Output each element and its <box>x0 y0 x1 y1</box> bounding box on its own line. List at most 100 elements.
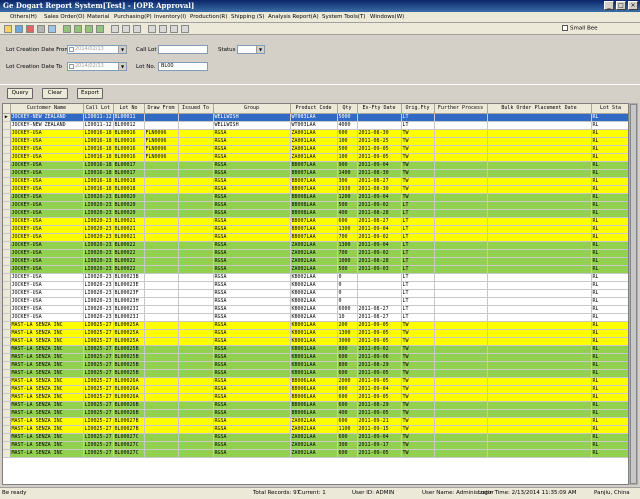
cell-call-lot[interactable]: LI0020-23 <box>83 233 114 242</box>
row-indicator[interactable] <box>3 321 11 330</box>
cell-further-process[interactable] <box>434 153 488 162</box>
table-row[interactable]: JOCKEY-USA LI0016-18 BL00017 RGSA BB007LAA 90… <box>3 161 628 170</box>
cell-lot-no[interactable]: BL00011 <box>113 113 145 122</box>
cell-draw-from[interactable] <box>144 425 179 434</box>
cell-qty[interactable]: 800 <box>337 385 358 394</box>
cell-ex-fty-date[interactable]: 2011-08-30 <box>357 129 402 138</box>
cell-product-code[interactable]: KB002LAA <box>290 297 338 306</box>
cell-lot-status[interactable]: RL <box>591 201 628 210</box>
cell-bulk-order-placement-date[interactable] <box>487 217 592 226</box>
cell-orig-fty[interactable]: TW <box>401 401 435 410</box>
cell-draw-from[interactable] <box>144 161 179 170</box>
cell-group[interactable]: RGSA <box>213 377 291 386</box>
cell-issued-to[interactable] <box>178 305 214 314</box>
cell-product-code[interactable]: ZA002LAA <box>290 417 338 426</box>
cell-bulk-order-placement-date[interactable] <box>487 425 592 434</box>
cell-draw-from[interactable] <box>144 393 179 402</box>
cell-call-lot[interactable]: LI0020-23 <box>83 193 114 202</box>
cell-orig-fty[interactable]: TW <box>401 449 435 458</box>
cell-lot-no[interactable]: BL00023F <box>113 289 145 298</box>
menu-windows[interactable]: Windows(W) <box>370 14 404 20</box>
chevron-down-icon[interactable]: ▼ <box>118 63 126 70</box>
cell-further-process[interactable] <box>434 217 488 226</box>
cell-customer-name[interactable]: JOCKEY-USA <box>10 281 84 290</box>
cell-draw-from[interactable] <box>144 225 179 234</box>
cell-ex-fty-date[interactable]: 2011-08-25 <box>357 137 402 146</box>
cell-group[interactable]: RGSA <box>213 321 291 330</box>
cell-orig-fty[interactable]: TW <box>401 145 435 154</box>
cell-ex-fty-date[interactable]: 2011-08-27 <box>357 177 402 186</box>
cell-customer-name[interactable]: MAST-LA SENZA INC <box>10 361 84 370</box>
cell-qty[interactable]: 0 <box>337 289 358 298</box>
cell-lot-no[interactable]: BL00018 <box>113 185 145 194</box>
cell-ex-fty-date[interactable] <box>357 273 402 282</box>
cell-bulk-order-placement-date[interactable] <box>487 145 592 154</box>
cell-lot-status[interactable]: RL <box>591 265 628 274</box>
cell-call-lot[interactable]: LI0025-27 <box>83 425 114 434</box>
cell-product-code[interactable]: KB001LAA <box>290 337 338 346</box>
cell-customer-name[interactable]: MAST-LA SENZA INC <box>10 345 84 354</box>
cell-lot-no[interactable]: BL00021 <box>113 217 145 226</box>
cell-orig-fty[interactable]: LT <box>401 257 435 266</box>
cell-bulk-order-placement-date[interactable] <box>487 321 592 330</box>
cell-customer-name[interactable]: MAST-LA SENZA INC <box>10 353 84 362</box>
cell-group[interactable]: RGSA <box>213 257 291 266</box>
cell-orig-fty[interactable]: TW <box>401 417 435 426</box>
cell-draw-from[interactable] <box>144 113 179 122</box>
cell-product-code[interactable]: KB001LAA <box>290 321 338 330</box>
cell-draw-from[interactable]: FLN0096 <box>144 137 179 146</box>
cell-call-lot[interactable]: LI0025-27 <box>83 369 114 378</box>
cell-orig-fty[interactable]: LT <box>401 249 435 258</box>
cell-bulk-order-placement-date[interactable] <box>487 257 592 266</box>
cell-bulk-order-placement-date[interactable] <box>487 369 592 378</box>
cell-call-lot[interactable]: LI0025-27 <box>83 385 114 394</box>
cell-product-code[interactable]: ZA001LAA <box>290 129 338 138</box>
menu-system-tools[interactable]: System Tools(T) <box>322 14 365 20</box>
cell-lot-no[interactable]: BL00020 <box>113 209 145 218</box>
cell-product-code[interactable]: ZA001LAA <box>290 137 338 146</box>
cell-customer-name[interactable]: JOCKEY-USA <box>10 209 84 218</box>
cell-lot-status[interactable]: RL <box>591 121 628 130</box>
menu-others[interactable]: Others(H) <box>10 14 37 20</box>
cell-ex-fty-date[interactable]: 2011-09-04 <box>357 433 402 442</box>
cell-qty[interactable]: 900 <box>337 161 358 170</box>
cell-lot-status[interactable]: RL <box>591 289 628 298</box>
cell-orig-fty[interactable]: TW <box>401 185 435 194</box>
cell-lot-status[interactable]: RL <box>591 273 628 282</box>
cell-group[interactable]: RGSA <box>213 209 291 218</box>
cell-lot-no[interactable]: BL00027C <box>113 449 145 458</box>
cell-lot-status[interactable]: RL <box>591 161 628 170</box>
table-row[interactable]: MAST-LA SENZA INC LI0025-27 BL00026B RGSA BB… <box>3 401 628 410</box>
table-row[interactable]: JOCKEY-USA LI0020-23 BL00023I RGSA KB002LAA 6… <box>3 305 628 314</box>
cell-lot-status[interactable]: RL <box>591 425 628 434</box>
cell-lot-no[interactable]: BL00022 <box>113 265 145 274</box>
cell-issued-to[interactable] <box>178 321 214 330</box>
table-row[interactable]: MAST-LA SENZA INC LI0025-27 BL00025B RGSA KB… <box>3 361 628 370</box>
cell-ex-fty-date[interactable]: 2011-08-30 <box>357 169 402 178</box>
cell-customer-name[interactable]: MAST-LA SENZA INC <box>10 409 84 418</box>
table-row[interactable]: JOCKEY-USA LI0020-23 BL00022 RGSA ZA002LAA 50… <box>3 265 628 274</box>
cell-ex-fty-date[interactable]: 2011-09-05 <box>357 145 402 154</box>
cell-customer-name[interactable]: JOCKEY-USA <box>10 169 84 178</box>
cell-orig-fty[interactable]: TW <box>401 337 435 346</box>
table-row[interactable]: JOCKEY-USA LI0016-18 BL00018 RGSA BB007LAA 30… <box>3 177 628 186</box>
row-indicator[interactable] <box>3 137 11 146</box>
cell-issued-to[interactable] <box>178 329 214 338</box>
table-row[interactable]: JOCKEY-USA LI0016-18 BL00016 FLN0096 RGSA ZA0… <box>3 129 628 138</box>
row-indicator[interactable] <box>3 169 11 178</box>
table-row[interactable]: MAST-LA SENZA INC LI0025-27 BL00026B RGSA BB… <box>3 409 628 418</box>
cell-draw-from[interactable] <box>144 233 179 242</box>
cell-lot-no[interactable]: BL00023I <box>113 305 145 314</box>
cell-ex-fty-date[interactable]: 2011-08-27 <box>357 217 402 226</box>
cell-qty[interactable]: 2000 <box>337 377 358 386</box>
row-indicator[interactable] <box>3 329 11 338</box>
table-row[interactable]: JOCKEY-USA LI0020-23 BL00023H RGSA KB002LAA 0… <box>3 297 628 306</box>
col-product-code[interactable]: Product Code <box>290 104 338 114</box>
next-record-icon[interactable] <box>85 25 93 33</box>
calendar-icon[interactable] <box>26 25 34 33</box>
cell-qty[interactable]: 300 <box>337 177 358 186</box>
cell-bulk-order-placement-date[interactable] <box>487 169 592 178</box>
export-button[interactable]: Export <box>77 88 103 99</box>
cell-customer-name[interactable]: MAST-LA SENZA INC <box>10 417 84 426</box>
cell-orig-fty[interactable]: TW <box>401 177 435 186</box>
